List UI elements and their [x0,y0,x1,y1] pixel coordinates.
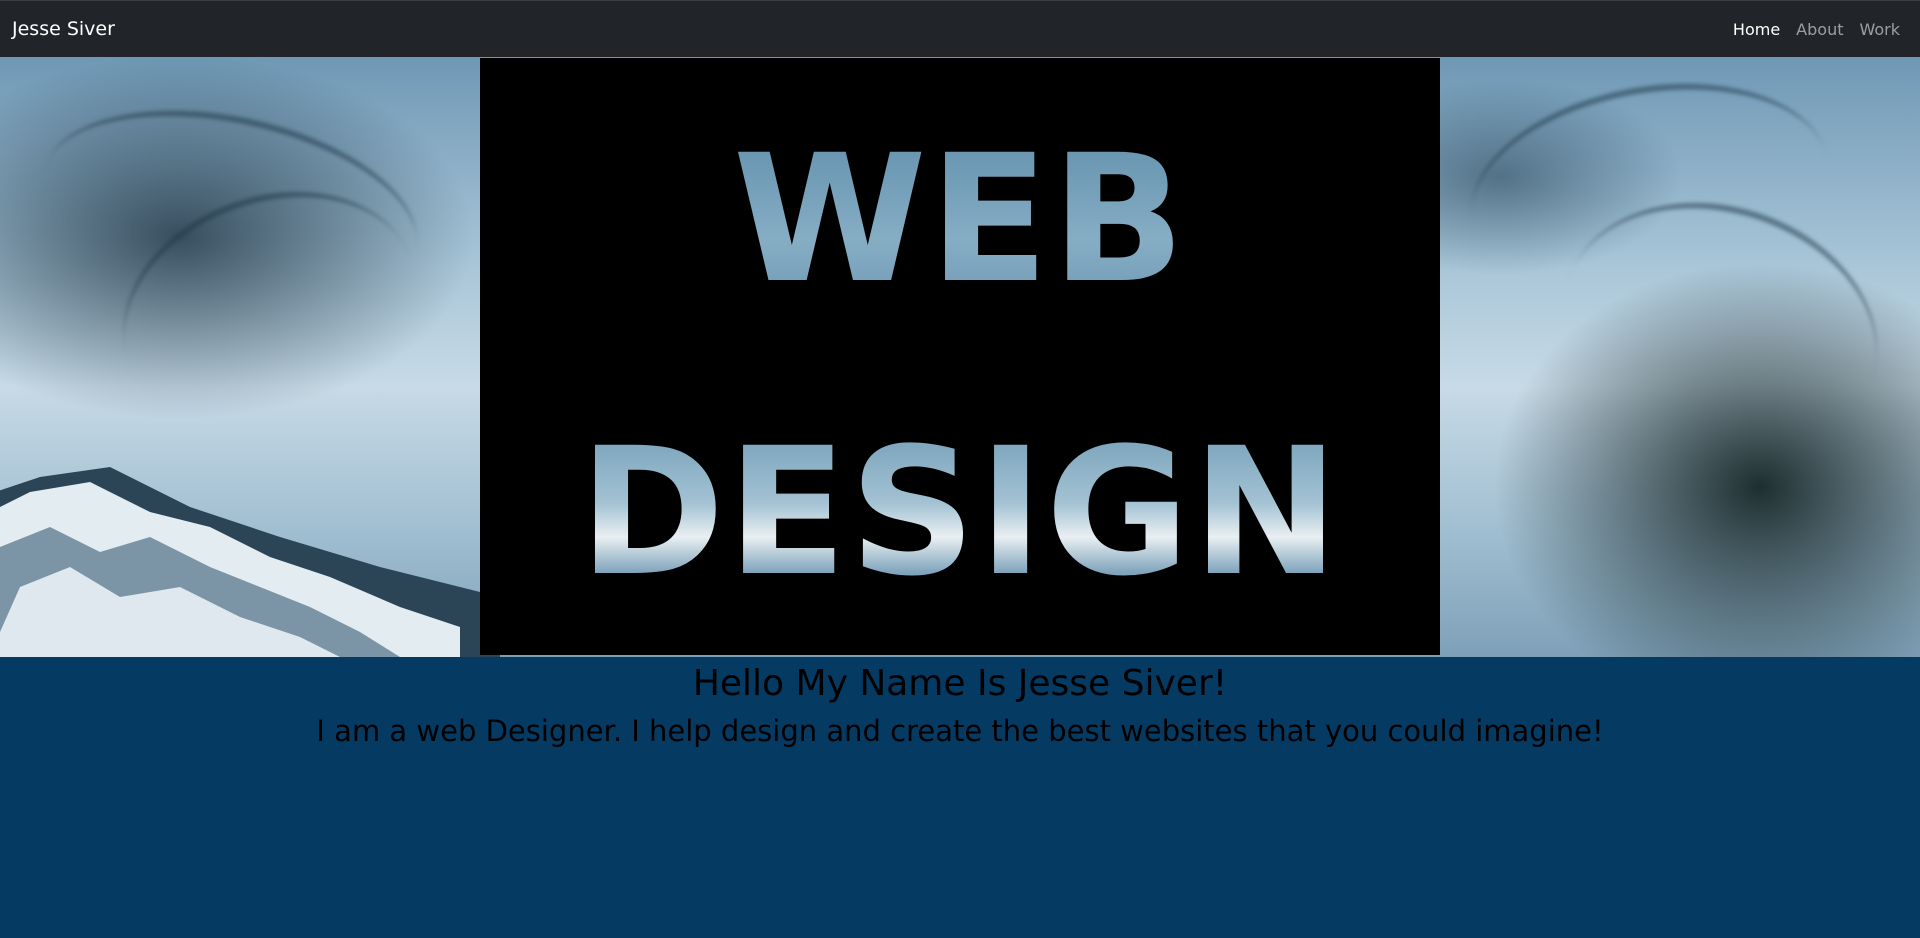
snowy-mountain-image [0,467,500,657]
intro-tagline: I am a web Designer. I help design and c… [316,714,1604,748]
banner-line-design: DESIGN [480,413,1440,613]
nav-link-work[interactable]: Work [1859,20,1900,39]
nav-link-home[interactable]: Home [1733,20,1780,39]
intro-heading: Hello My Name Is Jesse Siver! [692,663,1228,704]
nav-links: Home About Work [1733,20,1900,39]
web-design-banner: WEB DESIGN [480,58,1440,655]
intro-section: Hello My Name Is Jesse Siver! I am a web… [0,657,1920,938]
banner-line-web: WEB [480,120,1440,320]
brand-link[interactable]: Jesse Siver [12,18,115,40]
top-navbar: Jesse Siver Home About Work [0,0,1920,57]
hero-section: WEB DESIGN [0,57,1920,657]
nav-link-about[interactable]: About [1796,20,1843,39]
